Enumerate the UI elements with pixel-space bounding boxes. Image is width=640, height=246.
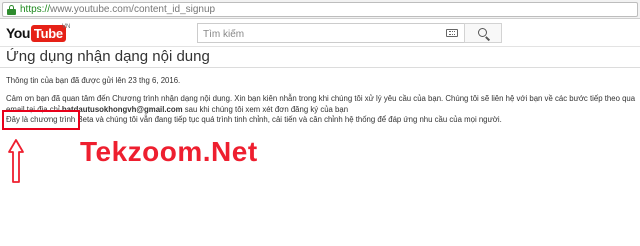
logo-tube: Tube <box>30 24 66 42</box>
keyboard-icon[interactable] <box>446 29 458 37</box>
youtube-logo[interactable]: You Tube <box>6 23 66 43</box>
logo-you: You <box>6 25 30 41</box>
thanks-text-after-email: sau khi chúng tôi xem xét đơn đăng ký củ… <box>182 104 349 114</box>
highlight-box <box>2 110 80 130</box>
url-scheme: https:// <box>20 4 51 15</box>
contact-email: batdautusokhongvh@gmail.com <box>61 104 183 114</box>
arrow-up-icon <box>8 139 24 183</box>
youtube-header: You Tube VN <box>0 19 640 47</box>
lock-icon <box>7 4 16 15</box>
beta-notice: Đây là chương trình Beta và chúng tôi vẫ… <box>6 115 502 124</box>
search-button[interactable] <box>464 23 502 43</box>
title-divider <box>0 67 640 68</box>
url-field[interactable]: https://www.youtube.com/content_id_signu… <box>2 2 638 17</box>
browser-address-bar: https://www.youtube.com/content_id_signu… <box>0 0 640 19</box>
search-icon <box>478 28 487 37</box>
url-path: www.youtube.com/content_id_signup <box>50 4 216 15</box>
thanks-message: Cảm ơn bạn đã quan tâm đến Chương trình … <box>6 94 636 115</box>
page-title: Ứng dụng nhận dạng nội dung <box>6 48 210 65</box>
watermark-text: Tekzoom.Net <box>80 136 258 167</box>
search-box <box>197 23 465 44</box>
logo-country-code: VN <box>62 24 71 30</box>
submitted-notice: Thông tin của bạn đã được gửi lên 23 thg… <box>6 76 181 85</box>
search-input[interactable] <box>198 25 438 44</box>
